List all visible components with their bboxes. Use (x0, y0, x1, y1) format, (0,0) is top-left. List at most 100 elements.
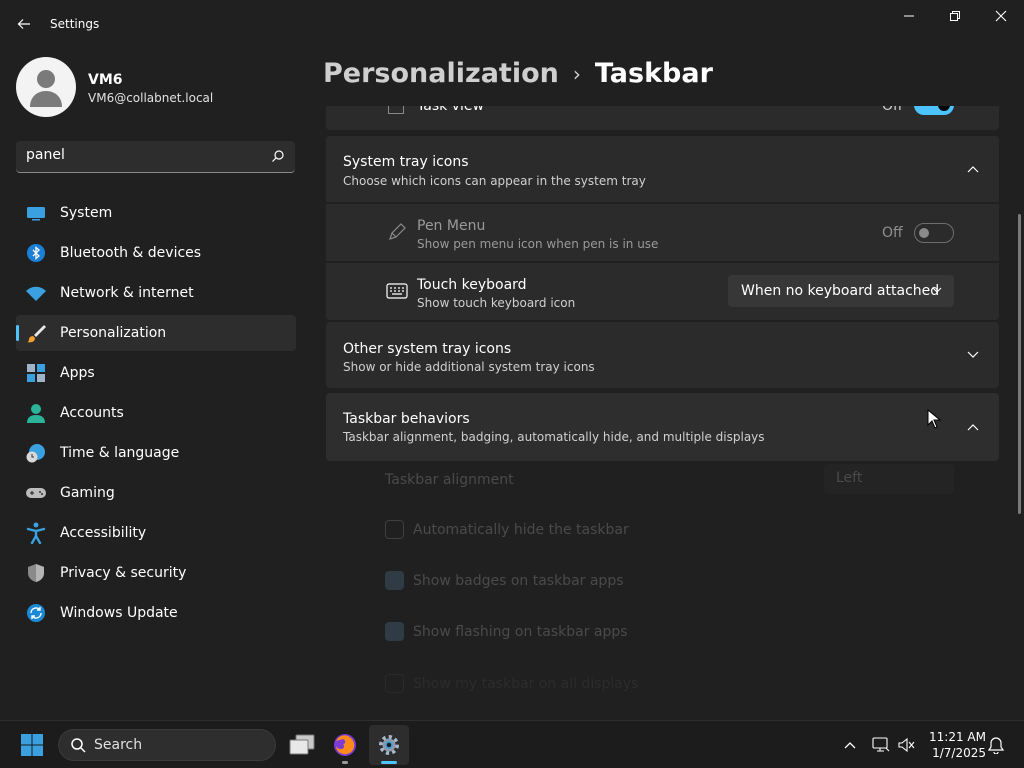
task-view-icon (289, 734, 315, 755)
sidebar-item-label: Windows Update (60, 605, 178, 621)
back-arrow-icon (17, 19, 30, 29)
chevron-down-icon[interactable] (965, 347, 981, 363)
touch-keyboard-dropdown[interactable]: When no keyboard attached (728, 275, 954, 307)
task-view-taskbar-button[interactable] (282, 725, 322, 765)
restore-icon (950, 11, 960, 21)
sidebar-item-label: System (60, 205, 113, 221)
breadcrumb: Personalization › Taskbar (323, 58, 713, 89)
clock-globe-icon (25, 442, 47, 464)
auto-hide-checkbox[interactable] (385, 520, 404, 539)
avatar[interactable] (16, 57, 76, 117)
pen-menu-toggle[interactable] (914, 223, 954, 243)
shield-icon (25, 562, 47, 584)
auto-hide-row[interactable]: Automatically hide the taskbar (385, 520, 629, 539)
app-running-indicator (342, 761, 348, 764)
search-icon[interactable] (271, 149, 285, 163)
mouse-cursor-icon (927, 409, 941, 429)
sidebar-item-time-language[interactable]: Time & language (16, 435, 296, 471)
sidebar-item-apps[interactable]: Apps (16, 355, 296, 391)
sidebar-item-bluetooth[interactable]: Bluetooth & devices (16, 235, 296, 271)
other-tray-icons-row[interactable]: Other system tray icons Show or hide add… (326, 322, 999, 388)
chevron-up-icon[interactable] (965, 161, 981, 177)
sidebar-item-label: Personalization (60, 325, 167, 341)
page-title: Taskbar (594, 58, 713, 89)
taskbar-search-label: Search (94, 737, 143, 753)
touch-keyboard-row: Touch keyboard Show touch keyboard icon … (326, 263, 999, 320)
pen-menu-row: Pen Menu Show pen menu icon when pen is … (326, 204, 999, 261)
task-view-toggle[interactable] (914, 106, 954, 115)
search-input[interactable] (26, 147, 256, 163)
user-icon (30, 70, 62, 107)
taskbar-search[interactable]: Search (58, 729, 276, 761)
all-displays-checkbox[interactable] (385, 674, 404, 693)
notifications-button[interactable] (978, 725, 1014, 765)
volume-tray-icon-button[interactable] (888, 725, 926, 765)
user-email: VM6@collabnet.local (88, 91, 214, 105)
minimize-icon (904, 15, 914, 17)
sidebar-item-label: Gaming (60, 485, 115, 501)
clock-date: 1/7/2025 (932, 746, 986, 760)
sidebar-item-accessibility[interactable]: Accessibility (16, 515, 296, 551)
app-title: Settings (50, 17, 100, 31)
sidebar-item-system[interactable]: System (16, 195, 296, 231)
sidebar-item-label: Bluetooth & devices (60, 245, 202, 261)
task-view-row[interactable]: Task view Off (326, 106, 999, 130)
windows-logo-icon (21, 734, 43, 756)
taskbar-alignment-dropdown[interactable]: Left (824, 464, 954, 494)
auto-hide-label: Automatically hide the taskbar (413, 521, 629, 538)
sidebar-item-label: Time & language (60, 445, 180, 461)
system-tray-subtitle: Choose which icons can appear in the sys… (343, 174, 646, 188)
firefox-icon (334, 734, 356, 756)
all-displays-label: Show my taskbar on all displays (413, 675, 639, 692)
task-view-label: Task view (417, 106, 484, 114)
gear-icon (379, 735, 399, 755)
chevron-up-icon[interactable] (965, 419, 981, 435)
wifi-icon (25, 282, 47, 304)
volume-muted-icon (898, 737, 915, 753)
sidebar-item-windows-update[interactable]: Windows Update (16, 595, 296, 631)
badges-row[interactable]: Show badges on taskbar apps (385, 571, 624, 590)
sidebar-item-label: Apps (60, 365, 95, 381)
badges-checkbox[interactable] (385, 571, 404, 590)
close-button[interactable] (978, 0, 1024, 32)
taskbar-clock[interactable]: 11:21 AM 1/7/2025 (924, 729, 986, 761)
sidebar-item-privacy-security[interactable]: Privacy & security (16, 555, 296, 591)
all-displays-row[interactable]: Show my taskbar on all displays (385, 674, 638, 693)
flashing-label: Show flashing on taskbar apps (413, 623, 628, 640)
flashing-row[interactable]: Show flashing on taskbar apps (385, 622, 628, 641)
breadcrumb-separator: › (572, 61, 581, 86)
settings-taskbar-button[interactable] (369, 725, 409, 765)
taskbar-alignment-value: Left (836, 470, 863, 486)
content-scrollbar[interactable] (1018, 214, 1021, 514)
sidebar-item-personalization[interactable]: Personalization (16, 315, 296, 351)
gamepad-icon (25, 482, 47, 504)
sidebar-item-label: Privacy & security (60, 565, 187, 581)
dropdown-value: When no keyboard attached (741, 283, 940, 299)
taskbar-behaviors-header[interactable]: Taskbar behaviors Taskbar alignment, bad… (326, 393, 999, 461)
apps-icon (25, 362, 47, 384)
app-active-indicator (381, 761, 397, 764)
start-button[interactable] (12, 725, 52, 765)
sidebar-item-network[interactable]: Network & internet (16, 275, 296, 311)
clock-time: 11:21 AM (929, 730, 986, 744)
pen-menu-toggle-label: Off (882, 225, 903, 241)
bell-icon (988, 737, 1004, 754)
taskbar-alignment-row: Taskbar alignment (385, 472, 514, 488)
flashing-checkbox[interactable] (385, 622, 404, 641)
restore-button[interactable] (932, 0, 978, 32)
back-button[interactable] (10, 10, 38, 38)
sidebar-item-gaming[interactable]: Gaming (16, 475, 296, 511)
accessibility-icon (25, 522, 47, 544)
taskbar-behaviors-subtitle: Taskbar alignment, badging, automaticall… (343, 430, 765, 444)
sidebar-item-label: Accessibility (60, 525, 147, 541)
firefox-taskbar-button[interactable] (325, 725, 365, 765)
badges-label: Show badges on taskbar apps (413, 572, 624, 589)
settings-search-box[interactable] (16, 141, 295, 173)
minimize-button[interactable] (886, 0, 932, 32)
update-icon (25, 602, 47, 624)
sidebar-item-accounts[interactable]: Accounts (16, 395, 296, 431)
brush-icon (25, 322, 47, 344)
breadcrumb-parent[interactable]: Personalization (323, 58, 559, 89)
search-icon (71, 738, 86, 753)
system-tray-icons-header[interactable]: System tray icons Choose which icons can… (326, 136, 999, 202)
